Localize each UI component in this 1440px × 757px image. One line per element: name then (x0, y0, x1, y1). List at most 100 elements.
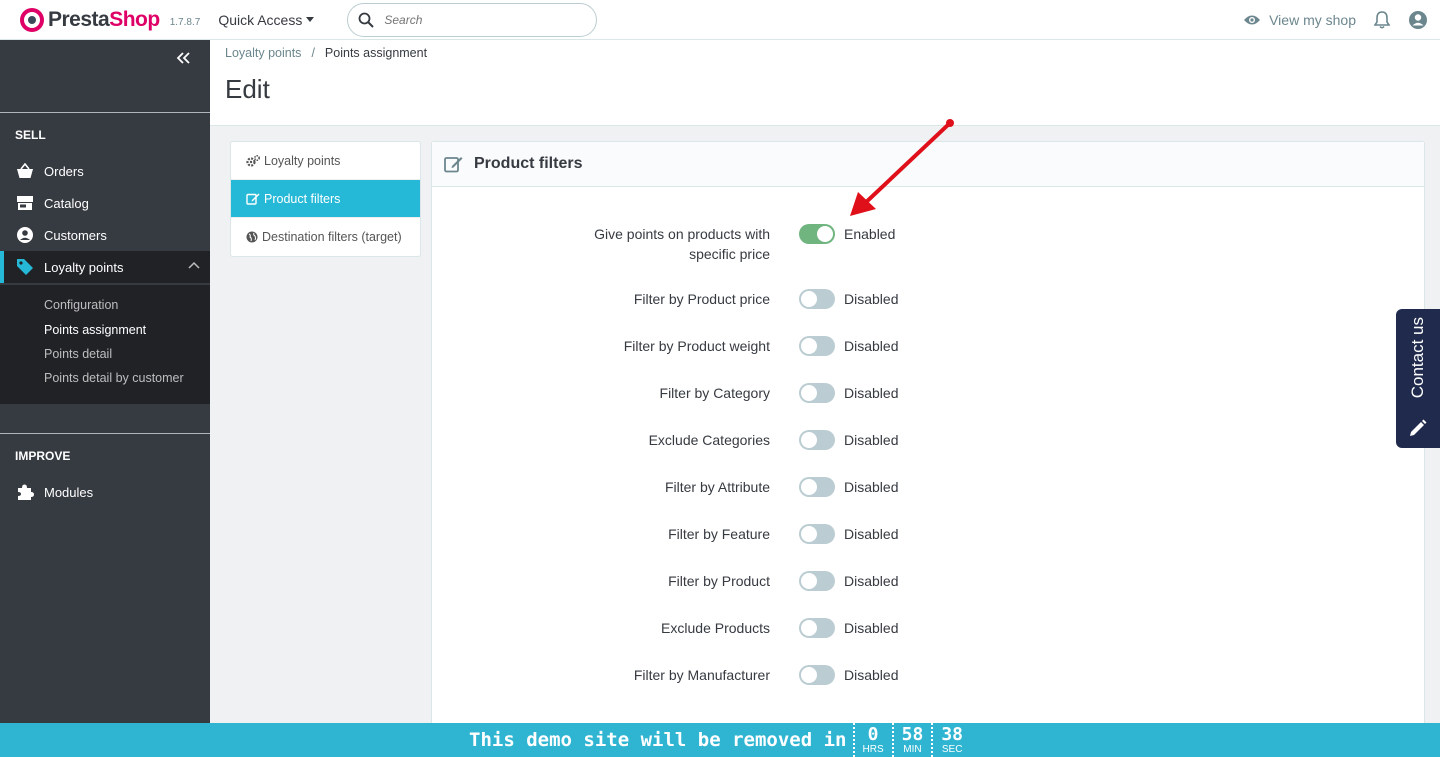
contact-us-tab[interactable]: Contact us (1396, 309, 1440, 448)
toggle-switch[interactable] (799, 665, 835, 685)
field-label: Filter by Product (668, 573, 770, 589)
toggle-state: Enabled (844, 226, 896, 242)
page-title: Edit (225, 74, 270, 104)
submenu-item-points-detail-by-customer[interactable]: Points detail by customer (44, 371, 184, 385)
toggle-state: Disabled (844, 573, 899, 589)
tab-product-filters[interactable]: Product filters (231, 180, 420, 218)
toggle-state: Disabled (844, 291, 899, 307)
panel-heading: Product filters (432, 142, 1424, 187)
breadcrumb-current: Points assignment (324, 46, 428, 60)
toggle-state: Disabled (844, 526, 899, 542)
tag-icon (16, 258, 34, 276)
account-icon[interactable] (1408, 10, 1428, 30)
collapse-sidebar-button[interactable] (176, 52, 190, 67)
field-label: Exclude Categories (648, 432, 770, 448)
section-title-improve: IMPROVE (15, 449, 71, 463)
form-tabs: Loyalty points Product filters Destinati… (230, 141, 421, 257)
field-label: Filter by Attribute (664, 479, 770, 495)
toggle-state: Disabled (844, 620, 899, 636)
toggle-switch[interactable] (799, 224, 835, 244)
sidebar-item-catalog[interactable]: Catalog (0, 187, 210, 219)
field-label: Filter by Category (659, 385, 770, 401)
view-my-shop-link[interactable]: View my shop (1243, 12, 1356, 28)
view-my-shop-label: View my shop (1269, 12, 1356, 28)
toggle-switch[interactable] (799, 336, 835, 356)
toggle-state: Disabled (844, 667, 899, 683)
toggle-state: Disabled (844, 479, 899, 495)
sidebar-divider (0, 433, 210, 434)
section-title-sell: SELL (15, 128, 46, 142)
field-label: Filter by Feature (668, 526, 770, 542)
eye-icon (1244, 15, 1261, 25)
field-label: Filter by Manufacturer (633, 667, 770, 683)
bell-icon[interactable] (1374, 11, 1390, 29)
tab-label: Product filters (264, 191, 341, 206)
caret-down-icon (306, 17, 315, 22)
countdown-hours: 0 HRS (852, 723, 892, 757)
cogs-icon (246, 154, 260, 167)
toggle-switch[interactable] (799, 524, 835, 544)
field-label: Give points on products with specific pri… (594, 226, 770, 262)
countdown-seconds: 38 SEC (931, 723, 971, 757)
sidebar-item-modules[interactable]: Modules (0, 476, 210, 508)
sidebar-item-loyalty-points[interactable]: Loyalty points (0, 251, 210, 283)
toggle-switch[interactable] (799, 289, 835, 309)
sidebar: SELL Orders Catalog Customers Loyalty po… (0, 40, 210, 723)
sidebar-item-customers[interactable]: Customers (0, 219, 210, 251)
breadcrumb-parent-link[interactable]: Loyalty points (225, 46, 301, 60)
demo-removal-text: This demo site will be removed in (469, 729, 847, 751)
toggle-switch[interactable] (799, 618, 835, 638)
toggle-switch[interactable] (799, 571, 835, 591)
toggle-state: Disabled (844, 338, 899, 354)
field-label: Filter by Product price (633, 291, 770, 307)
basket-icon (16, 162, 34, 180)
prestashop-logo[interactable]: PrestaShop (20, 7, 160, 32)
logo-text: PrestaShop (48, 7, 160, 31)
sidebar-item-label: Loyalty points (44, 259, 124, 275)
page-header: Loyalty points / Points assignment Edit (210, 40, 1440, 126)
quick-access-label: Quick Access (218, 11, 303, 28)
search-input[interactable] (384, 12, 575, 27)
breadcrumb-separator: / (311, 46, 315, 60)
prestashop-logo-icon (20, 7, 44, 32)
sidebar-divider (0, 112, 210, 113)
top-header: PrestaShop 1.7.8.7 Quick Access View my … (0, 0, 1440, 40)
sidebar-item-orders[interactable]: Orders (0, 155, 210, 187)
breadcrumb: Loyalty points / Points assignment (225, 46, 427, 60)
loyalty-submenu: Configuration Points assignment Points d… (0, 285, 210, 404)
demo-countdown-bar: This demo site will be removed in 0 HRS … (0, 723, 1440, 757)
field-label: Filter by Product weight (623, 338, 770, 354)
field-label: Exclude Products (661, 620, 770, 636)
submenu-item-points-assignment[interactable]: Points assignment (44, 323, 146, 337)
sidebar-item-label: Customers (44, 227, 107, 243)
globe-icon (246, 231, 258, 243)
toggle-switch[interactable] (799, 477, 835, 497)
toggle-state: Disabled (844, 432, 899, 448)
submenu-item-configuration[interactable]: Configuration (44, 298, 118, 312)
tab-label: Loyalty points (264, 153, 341, 168)
countdown-minutes: 58 MIN (891, 723, 932, 757)
search-box[interactable] (347, 2, 598, 37)
submenu-item-points-detail[interactable]: Points detail (44, 347, 112, 361)
toggle-switch[interactable] (799, 383, 835, 403)
panel-title: Product filters (474, 155, 583, 172)
sidebar-item-label: Catalog (44, 195, 89, 211)
account-circle-icon (16, 226, 34, 244)
toggle-state: Disabled (844, 385, 899, 401)
chevron-up-icon (188, 261, 200, 269)
edit-icon (444, 155, 464, 173)
toggle-switch[interactable] (799, 430, 835, 450)
store-icon (16, 194, 34, 212)
tab-loyalty-points[interactable]: Loyalty points (231, 142, 420, 180)
version-label: 1.7.8.7 (169, 17, 201, 28)
edit-icon (246, 192, 260, 205)
contact-us-label: Contact us (1408, 317, 1427, 399)
double-chevron-left-icon (176, 52, 190, 64)
quick-access-dropdown[interactable]: Quick Access (218, 11, 315, 28)
sidebar-item-label: Modules (44, 484, 94, 500)
sidebar-item-label: Orders (44, 163, 84, 179)
product-filters-panel: Product filters Give points on products … (431, 141, 1425, 741)
puzzle-icon (16, 483, 34, 501)
tab-destination-filters[interactable]: Destination filters (target) (231, 218, 420, 256)
pencil-icon (1410, 419, 1427, 436)
